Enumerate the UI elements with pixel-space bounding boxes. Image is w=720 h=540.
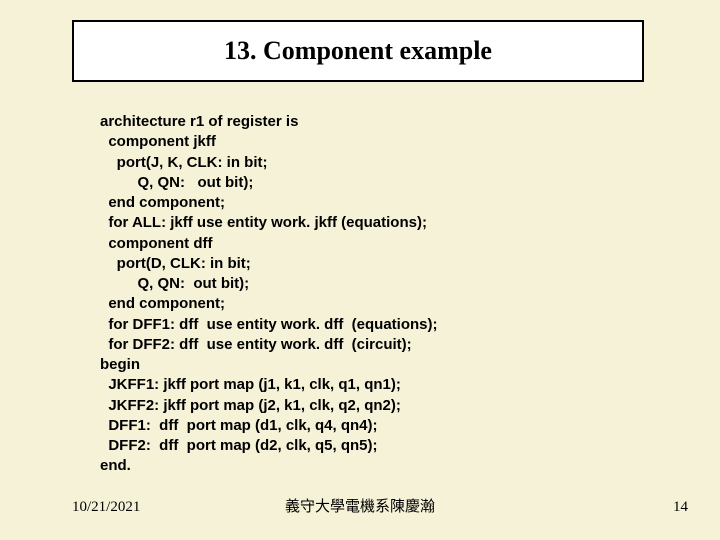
code-line: component jkff [100, 133, 216, 150]
code-line: JKFF2: jkff port map (j2, k1, clk, q2, q… [100, 397, 401, 414]
code-line: port(D, CLK: in bit; [100, 255, 251, 272]
code-line: end component; [100, 194, 225, 211]
code-line: for DFF2: dff use entity work. dff (circ… [100, 336, 412, 353]
code-line: component dff [100, 235, 213, 252]
slide: 13. Component example architecture r1 of… [0, 0, 720, 540]
code-line: architecture r1 of register is [100, 113, 298, 130]
code-line: for DFF1: dff use entity work. dff (equa… [100, 316, 438, 333]
code-line: JKFF1: jkff port map (j1, k1, clk, q1, q… [100, 376, 401, 393]
slide-title: 13. Component example [224, 36, 492, 66]
title-box: 13. Component example [72, 20, 644, 82]
code-line: for ALL: jkff use entity work. jkff (equ… [100, 214, 427, 231]
code-line: DFF1: dff port map (d1, clk, q4, qn4); [100, 417, 378, 434]
code-line: begin [100, 356, 140, 373]
code-line: end. [100, 457, 131, 474]
code-line: end component; [100, 295, 225, 312]
footer-center: 義守大學電機系陳慶瀚 [0, 495, 720, 516]
code-block: architecture r1 of register is component… [100, 112, 640, 477]
code-line: port(J, K, CLK: in bit; [100, 154, 267, 171]
code-line: DFF2: dff port map (d2, clk, q5, qn5); [100, 437, 378, 454]
code-line: Q, QN: out bit); [100, 275, 249, 292]
code-line: Q, QN: out bit); [100, 174, 253, 191]
footer-page-number: 14 [673, 499, 688, 516]
